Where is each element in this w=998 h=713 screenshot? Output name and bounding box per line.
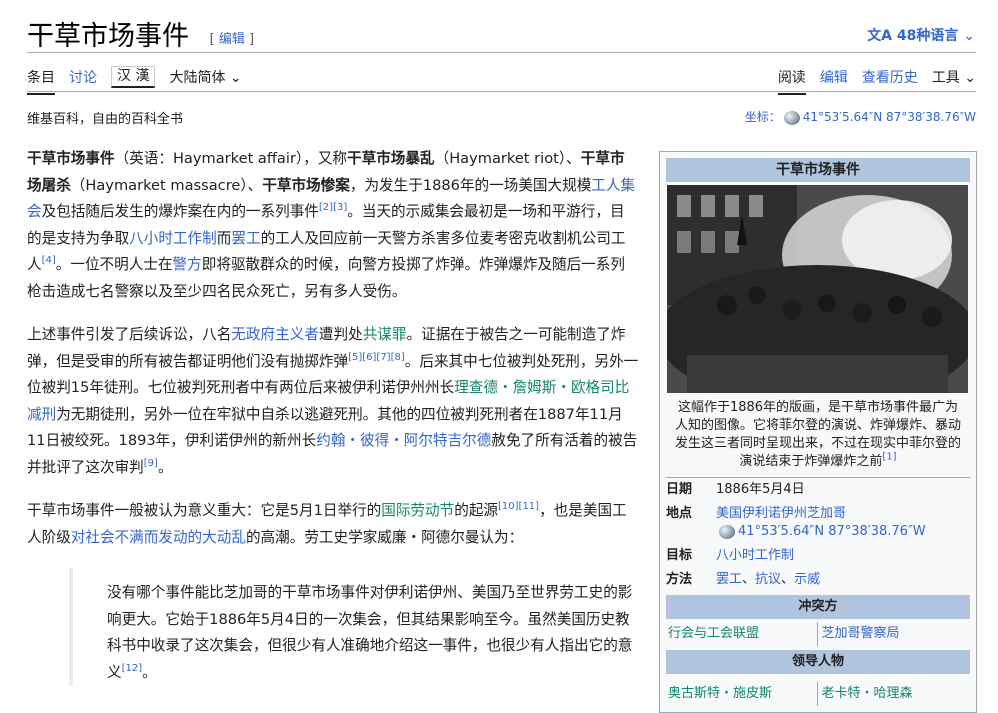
tabs-divider	[27, 91, 976, 92]
translate-icon: 文A	[867, 28, 893, 44]
blockquote: 没有哪个事件能比芝加哥的干草市场事件对伊利诺伊州、美国乃至世界劳工史的影响更大。…	[69, 568, 639, 686]
ref-link[interactable]: [9]	[144, 458, 158, 469]
ref-link[interactable]: [1]	[882, 452, 896, 463]
quote-text: 没有哪个事件能比芝加哥的干草市场事件对伊利诺伊州、美国乃至世界劳工史的影响更大。…	[107, 584, 633, 681]
engraving-image[interactable]	[667, 185, 968, 393]
chevron-down-icon: ⌄	[229, 70, 242, 86]
globe-icon[interactable]	[719, 524, 735, 539]
link-conspiracy[interactable]: 共谋罪	[363, 326, 407, 343]
bold-term: 干草市场暴乱	[347, 150, 435, 167]
title-divider	[27, 52, 976, 53]
variant-label: 大陆简体	[169, 70, 226, 86]
link-commutation[interactable]: 减刑	[27, 406, 56, 423]
infobox-row-place: 地点 美国伊利诺伊州芝加哥 41°53′5.64″N 87°38′38.76″W	[660, 502, 976, 544]
row-value: 美国伊利诺伊州芝加哥 41°53′5.64″N 87°38′38.76″W	[716, 505, 970, 541]
conflict-parties: 行会与工会联盟 芝加哥警察局	[666, 622, 970, 646]
ref-link[interactable]: [2]	[319, 202, 333, 213]
text: 。	[157, 458, 173, 476]
text: 上述事件引发了后续诉讼，八名	[27, 326, 232, 343]
link-altgeld[interactable]: 约翰・彼得・阿尔特吉尔德	[316, 432, 491, 449]
text: 。	[142, 663, 157, 681]
link-demonstration[interactable]: 示威	[794, 572, 820, 587]
ref-link[interactable]: [12]	[122, 663, 143, 674]
paragraph-1: 干草市场事件（英语：Haymarket affair），又称干草市场暴乱（Hay…	[27, 146, 639, 305]
infobox-title: 干草市场事件	[666, 158, 970, 182]
text: 遭判处	[318, 326, 363, 343]
text: （Haymarket massacre）、	[70, 176, 263, 194]
edit-section: [ 编辑 ]	[209, 32, 255, 47]
text: 干草市场事件一般被认为意义重大：它是5月1日举行的	[27, 502, 382, 519]
link-carter-harrison[interactable]: 老卡特・哈理森	[822, 686, 913, 701]
bold-term: 干草市场惨案	[262, 176, 350, 194]
link-labour-day[interactable]: 国际劳动节	[381, 502, 454, 519]
text: 的起源	[454, 502, 499, 519]
ref-link[interactable]: [11]	[519, 501, 540, 512]
infobox: 干草市场事件 这幅作于1886年的版画，是干草市场事件最广为人知的图像。它将菲尔…	[659, 151, 977, 713]
text: 的高潮。劳工史学家威廉・阿德尔曼认为：	[245, 528, 524, 546]
link-protest[interactable]: 抗议	[755, 572, 781, 587]
ref-link[interactable]: [6]	[362, 352, 376, 363]
page-title-text: 干草市场事件	[27, 21, 189, 52]
link-august-spies[interactable]: 奥古斯特・施皮斯	[668, 686, 772, 701]
row-value: 1886年5月4日	[716, 482, 805, 497]
text: 而	[216, 229, 232, 247]
leaders: 奥古斯特・施皮斯 老卡特・哈理森	[666, 682, 970, 706]
coordinates-link[interactable]: 41°53′5.64″N 87°38′38.76″W	[738, 524, 926, 539]
link-eight-hour-day[interactable]: 八小时工作制	[716, 548, 794, 563]
link-social-unrest[interactable]: 对社会不满而发动的大动乱	[71, 529, 246, 546]
coordinates-link[interactable]: 41°53′5.64″N 87°38′38.76″W	[803, 110, 976, 124]
link-eight-hour-day[interactable]: 八小时工作制	[129, 230, 217, 247]
ref-link[interactable]: [10]	[498, 501, 519, 512]
text: 及包括随后发生的爆炸案在内的一系列事件	[41, 203, 319, 220]
bold-term: 干草市场事件	[27, 150, 115, 167]
engraving-illustration	[667, 185, 968, 393]
tab-variant-hanhan[interactable]: 汉 漢	[111, 66, 156, 88]
chevron-down-icon: ⌄	[963, 28, 975, 44]
link-police[interactable]: 警方	[173, 256, 202, 273]
link-strike[interactable]: 罢工	[716, 572, 742, 587]
ref-link[interactable]: [5]	[348, 352, 362, 363]
page-title: 干草市场事件 [ 编辑 ]	[27, 14, 254, 53]
chevron-down-icon: ⌄	[964, 70, 976, 86]
edit-link[interactable]: 编辑	[219, 32, 245, 47]
ref-link[interactable]: [4]	[42, 255, 56, 266]
row-label: 目标	[666, 548, 693, 563]
paragraph-2: 上述事件引发了后续诉讼，八名无政府主义者遭判处共谋罪。证据在于被告之一可能制造了…	[27, 322, 639, 481]
text: （Haymarket riot）、	[434, 150, 581, 167]
coordinates-top: 坐标： 41°53′5.64″N 87°38′38.76″W	[745, 108, 976, 125]
ref-link[interactable]: [7]	[376, 352, 390, 363]
link-strike[interactable]: 罢工	[231, 230, 260, 247]
ref-link[interactable]: [8]	[391, 352, 405, 363]
row-label: 日期	[666, 482, 693, 497]
text: （英语：Haymarket affair），又称	[114, 150, 348, 167]
language-selector[interactable]: 文A 48种语言 ⌄	[867, 25, 975, 45]
infobox-caption: 这幅作于1886年的版画，是干草市场事件最广为人知的图像。它将菲尔登的演说、炸弹…	[666, 393, 970, 478]
row-label: 地点	[666, 506, 693, 521]
infobox-row-method: 方法 罢工、抗议、示威	[666, 572, 821, 587]
globe-icon[interactable]	[783, 110, 800, 125]
tools-label: 工具	[931, 70, 960, 86]
link-chicago[interactable]: 美国伊利诺伊州芝加哥	[716, 506, 846, 521]
paragraph-3: 干草市场事件一般被认为意义重大：它是5月1日举行的国际劳动节的起源[10][11…	[27, 498, 639, 551]
article-body: 干草市场事件（英语：Haymarket affair），又称干草市场暴乱（Hay…	[27, 146, 639, 686]
text: 。一位不明人士在	[55, 256, 173, 273]
row-label: 方法	[666, 572, 693, 587]
link-richard-oglesby[interactable]: 理查德・詹姆斯・欧格司比	[454, 379, 629, 396]
site-tagline: 维基百科，自由的百科全书	[27, 112, 184, 127]
link-anarchist[interactable]: 无政府主义者	[231, 326, 319, 343]
link-unions[interactable]: 行会与工会联盟	[668, 626, 759, 641]
ref-link[interactable]: [3]	[333, 202, 347, 213]
caption-text: 这幅作于1886年的版画，是干草市场事件最广为人知的图像。它将菲尔登的演说、炸弹…	[674, 400, 961, 469]
coordinates-label: 坐标：	[744, 110, 781, 124]
language-count: 48种语言	[896, 28, 959, 44]
link-chicago-police[interactable]: 芝加哥警察局	[822, 626, 900, 641]
infobox-row-date: 日期 1886年5月4日	[660, 478, 976, 502]
text: ，为发生于1886年的一场美国大规模	[349, 176, 592, 194]
section-leaders: 领导人物	[666, 650, 970, 674]
section-conflict: 冲突方	[666, 595, 970, 619]
infobox-row-goal: 目标 八小时工作制	[660, 544, 976, 568]
